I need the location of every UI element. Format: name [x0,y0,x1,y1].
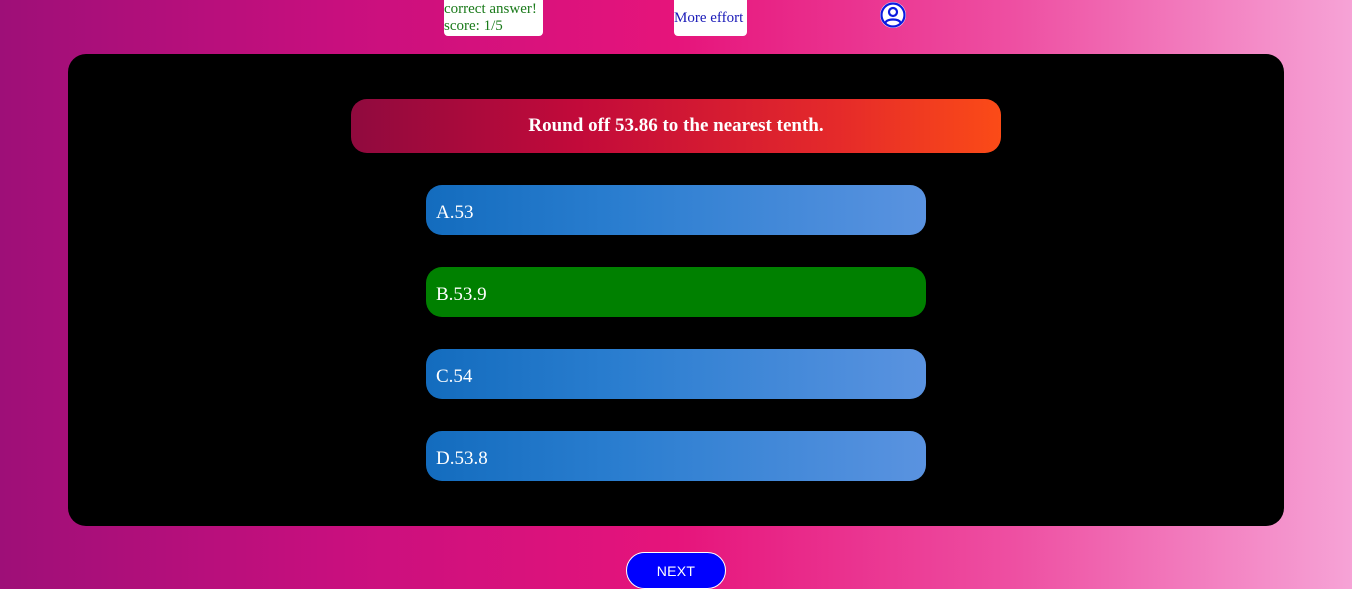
feedback-text: More effort [674,10,744,26]
option-c-label: C.54 [436,366,473,387]
next-button[interactable]: NEXT [626,552,726,589]
question-banner: Round off 53.86 to the nearest tenth. [351,99,1001,153]
option-c-button[interactable]: C.54 [426,349,926,399]
status-box: correct answer! score: 1/5 [444,0,543,36]
option-b-label: B.53.9 [436,284,487,305]
option-a-label: A.53 [436,202,474,223]
next-button-label: NEXT [656,562,696,579]
option-d-label: D.53.8 [436,448,488,469]
option-a-button[interactable]: A.53 [426,185,926,235]
option-b-button[interactable]: B.53.9 [426,267,926,317]
question-text: Round off 53.86 to the nearest tenth. [528,115,824,136]
option-d-button[interactable]: D.53.8 [426,431,926,481]
score-text: score: 1/5 [444,18,503,34]
user-circle-icon[interactable] [879,1,907,29]
quiz-panel: Round off 53.86 to the nearest tenth. A.… [68,54,1284,526]
feedback-box: More effort [674,0,747,36]
status-message: correct answer! [444,1,537,17]
